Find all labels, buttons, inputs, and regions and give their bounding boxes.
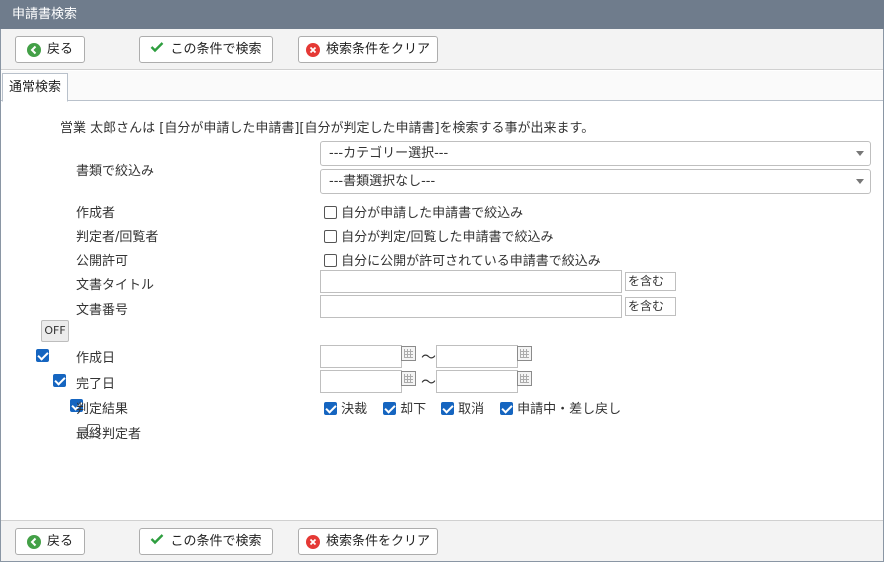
completed-date-to[interactable] [436, 370, 518, 393]
doc-number-contains[interactable]: を含む [625, 297, 676, 316]
back-button[interactable]: 戻る [15, 36, 85, 63]
cancelled-checkbox[interactable] [441, 402, 454, 415]
doc-filter-label: 書類で絞込み [76, 164, 155, 179]
off-toggle-button[interactable]: OFF [41, 320, 69, 342]
creator-filter[interactable]: 自分が申請した申請書で絞込み [324, 202, 523, 221]
approved-label: 決裁 [341, 402, 368, 417]
public-checkbox[interactable] [324, 254, 337, 267]
clear-button-label: 検索条件をクリア [325, 42, 430, 57]
search-button[interactable]: この条件で検索 [139, 36, 273, 63]
check-icon [150, 529, 164, 554]
rejected-checkbox[interactable] [383, 402, 396, 415]
completed-date-from[interactable] [320, 370, 402, 393]
check-icon [150, 37, 164, 62]
doc-number-input[interactable] [320, 295, 622, 318]
range-separator: ～ [421, 348, 437, 366]
cancelled-label: 取消 [458, 402, 485, 417]
final-judge-label: 最終判定者 [76, 427, 142, 442]
judge-checkbox-label: 自分が判定/回覧した申請書で絞込み [341, 230, 554, 245]
back-button-label: 戻る [46, 42, 73, 57]
public-filter[interactable]: 自分に公開が許可されている申請書で絞込み [324, 250, 601, 269]
clear-button-label: 検索条件をクリア [325, 534, 430, 549]
result-option-cancelled[interactable]: 取消 [441, 398, 484, 417]
clear-x-icon [305, 534, 320, 549]
top-toolbar: 戻る この条件で検索 検索条件をクリア [1, 29, 883, 70]
search-button-label: この条件で検索 [170, 534, 262, 549]
clear-conditions-button[interactable]: 検索条件をクリア [298, 36, 438, 63]
calendar-icon[interactable] [401, 371, 416, 386]
calendar-icon[interactable] [401, 346, 416, 361]
category-select[interactable]: ---カテゴリー選択--- [320, 141, 871, 166]
back-arrow-icon [26, 42, 41, 57]
search-button[interactable]: この条件で検索 [139, 528, 273, 555]
bottom-toolbar: 戻る この条件で検索 検索条件をクリア [1, 520, 883, 561]
creator-checkbox[interactable] [324, 206, 337, 219]
result-option-approved[interactable]: 決裁 [324, 398, 367, 417]
result-option-rejected[interactable]: 却下 [383, 398, 426, 417]
completed-date-label: 完了日 [76, 377, 116, 392]
created-date-checkbox[interactable] [36, 349, 49, 362]
doc-title-label: 文書タイトル [76, 278, 155, 293]
clear-conditions-button[interactable]: 検索条件をクリア [298, 528, 438, 555]
created-date-label: 作成日 [76, 351, 116, 366]
judge-filter[interactable]: 自分が判定/回覧した申請書で絞込み [324, 226, 554, 245]
chevron-down-icon [856, 151, 864, 156]
result-option-pending[interactable]: 申請中・差し戻し [500, 398, 621, 417]
pending-checkbox[interactable] [500, 402, 513, 415]
creator-label: 作成者 [76, 206, 116, 221]
judge-label: 判定者/回覧者 [76, 230, 159, 245]
document-select[interactable]: ---書類選択なし--- [320, 169, 871, 194]
category-select-value: ---カテゴリー選択--- [329, 146, 449, 161]
intro-text: 営業 太郎さんは [自分が申請した申請書][自分が判定した申請書]を検索する事が… [60, 121, 595, 136]
search-button-label: この条件で検索 [170, 42, 262, 57]
rejected-label: 却下 [400, 402, 427, 417]
back-arrow-icon [26, 534, 41, 549]
document-select-value: ---書類選択なし--- [329, 174, 436, 189]
calendar-icon[interactable] [517, 346, 532, 361]
result-label: 判定結果 [76, 402, 129, 417]
doc-number-label: 文書番号 [76, 303, 129, 318]
creator-checkbox-label: 自分が申請した申請書で絞込み [341, 206, 524, 221]
doc-title-input[interactable] [320, 270, 622, 293]
calendar-icon[interactable] [517, 371, 532, 386]
approved-checkbox[interactable] [324, 402, 337, 415]
created-date-from[interactable] [320, 345, 402, 368]
judge-checkbox[interactable] [324, 230, 337, 243]
back-button[interactable]: 戻る [15, 528, 85, 555]
window-title: 申請書検索 [0, 0, 884, 29]
created-date-to[interactable] [436, 345, 518, 368]
public-checkbox-label: 自分に公開が許可されている申請書で絞込み [341, 254, 601, 269]
doc-title-contains[interactable]: を含む [625, 272, 676, 291]
back-button-label: 戻る [46, 534, 73, 549]
range-separator: ～ [421, 373, 437, 391]
chevron-down-icon [856, 179, 864, 184]
tab-normal-search[interactable]: 通常検索 [2, 73, 69, 102]
clear-x-icon [305, 42, 320, 57]
pending-label: 申請中・差し戻し [517, 402, 622, 417]
public-label: 公開許可 [76, 254, 129, 269]
completed-date-checkbox[interactable] [53, 374, 67, 387]
tab-bar: 通常検索 [1, 71, 883, 102]
